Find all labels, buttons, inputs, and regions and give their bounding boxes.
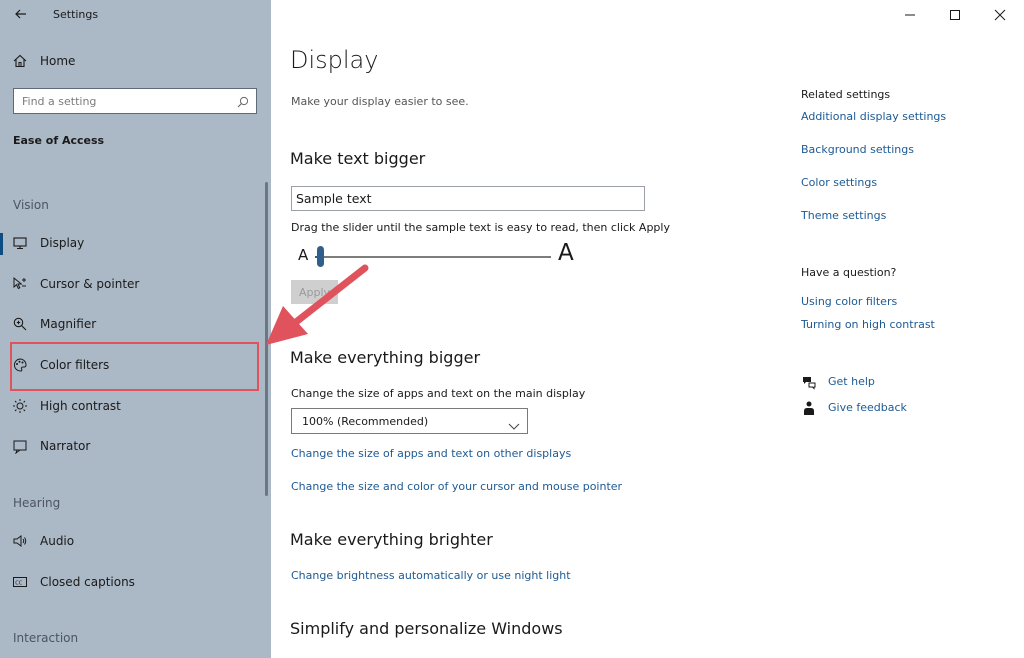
sidebar-item-label: Magnifier (40, 317, 97, 331)
slider-min-label: A (298, 246, 309, 264)
svg-text:CC: CC (15, 580, 22, 586)
link-additional-display-settings[interactable]: Additional display settings (801, 110, 946, 123)
link-cursor-size[interactable]: Change the size and color of your cursor… (291, 480, 622, 493)
close-icon (994, 9, 1006, 21)
question-heading: Have a question? (801, 266, 897, 279)
link-high-contrast[interactable]: Turning on high contrast (801, 318, 935, 331)
annotation-highlight-box (10, 342, 259, 391)
maximize-icon (950, 10, 960, 20)
search-box[interactable] (13, 88, 257, 114)
group-header-vision: Vision (13, 198, 49, 212)
sidebar-item-narrator[interactable]: Narrator (0, 429, 262, 465)
group-header-hearing: Hearing (13, 496, 61, 510)
maximize-button[interactable] (946, 6, 964, 24)
sidebar-item-home[interactable]: Home (0, 44, 262, 80)
scale-instructions: Change the size of apps and text on the … (291, 387, 586, 400)
sidebar-item-audio[interactable]: Audio (0, 524, 262, 560)
chevron-down-icon (508, 416, 520, 430)
minimize-button[interactable] (901, 6, 919, 24)
main-content: Display Make your display easier to see.… (271, 0, 1024, 658)
sidebar-item-label: Closed captions (40, 575, 135, 589)
home-icon (12, 53, 28, 69)
get-help-label: Get help (828, 375, 875, 388)
search-icon[interactable] (236, 94, 250, 108)
scale-dropdown-value: 100% (Recommended) (302, 415, 429, 428)
sidebar-item-cursor-pointer[interactable]: Cursor & pointer (0, 267, 262, 303)
scale-dropdown[interactable]: 100% (Recommended) (291, 408, 528, 434)
related-settings-heading: Related settings (801, 88, 891, 101)
back-button[interactable] (10, 4, 34, 24)
slider-max-label: A (558, 240, 574, 266)
sun-contrast-icon (12, 398, 28, 414)
apply-button[interactable]: Apply (291, 280, 338, 304)
group-header-interaction: Interaction (13, 631, 79, 645)
sidebar-item-magnifier[interactable]: Magnifier (0, 307, 262, 343)
link-brightness-night-light[interactable]: Change brightness automatically or use n… (291, 569, 571, 582)
narrator-icon (12, 438, 28, 455)
give-feedback-label: Give feedback (828, 401, 907, 414)
sidebar-item-label: Narrator (40, 439, 91, 453)
monitor-icon (12, 235, 28, 251)
window-controls (884, 0, 1024, 30)
sidebar-item-label: Home (40, 54, 76, 68)
feedback-person-icon (801, 400, 817, 416)
heading-make-everything-brighter: Make everything brighter (290, 530, 493, 549)
heading-make-text-bigger: Make text bigger (290, 149, 426, 168)
chat-help-icon (801, 374, 817, 390)
sidebar-item-high-contrast[interactable]: High contrast (0, 389, 262, 425)
speaker-icon (12, 533, 28, 549)
page-title: Display (290, 46, 379, 74)
sidebar-item-label: Cursor & pointer (40, 277, 140, 291)
heading-make-everything-bigger: Make everything bigger (290, 348, 481, 367)
sidebar: Settings Home Ease of Access Vision Disp… (0, 0, 271, 658)
app-title: Settings (53, 8, 99, 21)
title-bar: Settings (0, 0, 271, 30)
cursor-icon (12, 276, 28, 292)
heading-simplify-personalize: Simplify and personalize Windows (290, 619, 563, 638)
back-arrow-icon (15, 9, 26, 19)
text-size-slider-thumb[interactable] (316, 246, 324, 267)
link-using-color-filters[interactable]: Using color filters (801, 295, 897, 308)
sample-text-field[interactable] (291, 186, 645, 211)
minimize-icon (905, 14, 915, 16)
sidebar-item-label: High contrast (40, 399, 121, 413)
sidebar-item-closed-captions[interactable]: CC Closed captions (0, 565, 262, 601)
link-theme-settings[interactable]: Theme settings (801, 209, 886, 222)
search-input[interactable] (22, 93, 232, 109)
captions-icon: CC (12, 574, 28, 590)
sidebar-item-display[interactable]: Display (0, 226, 262, 262)
close-button[interactable] (991, 6, 1009, 24)
link-color-settings[interactable]: Color settings (801, 176, 877, 189)
selection-indicator (0, 233, 3, 255)
slider-instructions: Drag the slider until the sample text is… (291, 221, 670, 234)
sidebar-item-label: Display (40, 236, 85, 250)
link-other-displays[interactable]: Change the size of apps and text on othe… (291, 447, 571, 460)
link-background-settings[interactable]: Background settings (801, 143, 914, 156)
sidebar-scrollbar[interactable] (265, 182, 268, 496)
text-size-slider-track[interactable] (315, 256, 551, 258)
magnifier-icon (12, 316, 28, 332)
section-title: Ease of Access (13, 134, 105, 147)
page-subtitle: Make your display easier to see. (291, 95, 469, 108)
sidebar-item-label: Audio (40, 534, 75, 548)
